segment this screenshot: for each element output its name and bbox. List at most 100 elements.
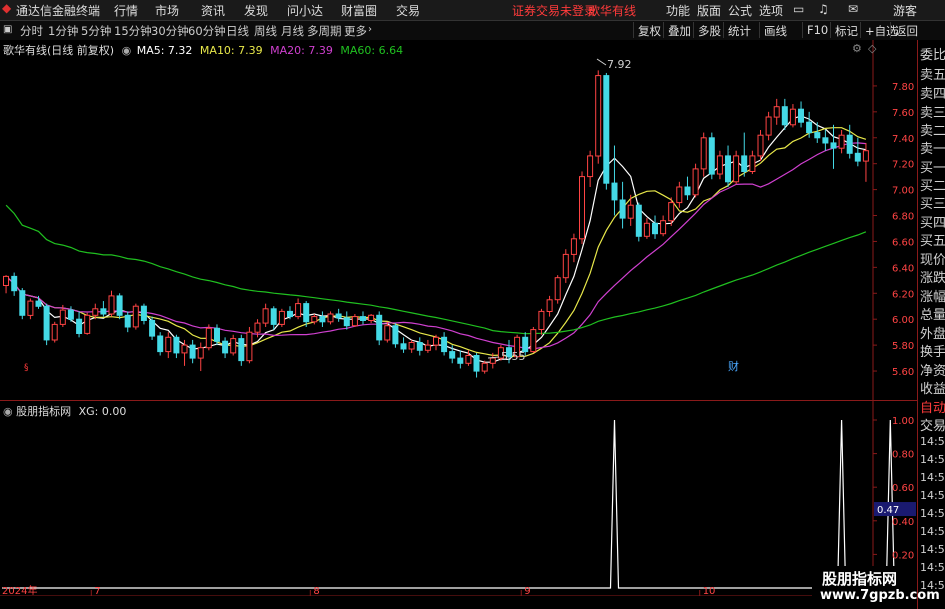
candle-up (562, 253, 569, 279)
bell-icon[interactable]: ♫ (818, 2, 829, 16)
tick-time: 14:56 (920, 525, 945, 538)
tab-period-1min[interactable]: 1分钟 (48, 23, 78, 39)
candle-down (416, 342, 423, 351)
candle-up (700, 137, 707, 170)
menu-faxian[interactable]: 发现 (244, 2, 268, 19)
tick-time: 14:56 (920, 435, 945, 448)
tongji-button[interactable]: 统计 (723, 22, 755, 38)
tab-period-fenshi[interactable]: 分时 (20, 23, 43, 39)
tab-period-multi[interactable]: 多周期 (307, 23, 342, 39)
indicator-chart[interactable]: 1.000.800.600.400.200.47 2024年7891011 (0, 400, 917, 596)
candle-down (67, 309, 74, 320)
tab-period-week[interactable]: 周线 (254, 23, 277, 39)
candle-up (165, 336, 172, 353)
menu-gongshi[interactable]: 公式 (728, 2, 752, 19)
price-tick-label: 6.00 (892, 315, 914, 326)
fuquan-button[interactable]: 复权 (633, 22, 665, 38)
panel-label-buy5: 买五 (920, 234, 945, 249)
window-icon[interactable]: ▭ (793, 2, 804, 16)
candle-down (846, 134, 853, 154)
candle-up (668, 202, 675, 222)
candle-up (733, 155, 740, 183)
candle-down (189, 344, 196, 359)
candle-down (11, 275, 18, 292)
menu-caifuquan[interactable]: 财富圈 (341, 2, 377, 19)
menu-jiaoyi[interactable]: 交易 (396, 2, 420, 19)
candle-up (254, 322, 261, 333)
indicator-tick-label: 1.00 (892, 416, 914, 427)
menu-wenxiaoda[interactable]: 问小达 (287, 2, 323, 19)
candle-up (3, 275, 9, 286)
chart-collapse-icon[interactable]: ◇ (868, 42, 876, 55)
event-marker-left: § (24, 363, 29, 373)
toggle-panel-icon[interactable]: ▣ (3, 24, 12, 35)
menu-gongneng[interactable]: 功能 (666, 2, 690, 19)
back-button[interactable]: 返回 (890, 22, 922, 38)
auto-trade-label[interactable]: 自动 (920, 397, 945, 416)
candle-down (149, 320, 156, 337)
candle-down (652, 222, 658, 235)
user-label[interactable]: 游客 (893, 2, 917, 19)
candle-down (124, 314, 131, 328)
menu-shichang[interactable]: 市场 (155, 2, 179, 19)
candle-down (287, 310, 293, 318)
chart-settings-icon[interactable]: ⚙ (852, 42, 862, 55)
candle-down (708, 137, 715, 175)
biaoji-button[interactable]: 标记 (830, 22, 862, 38)
menu-hangqing[interactable]: 行情 (114, 2, 138, 19)
panel-label-buy2: 买二 (920, 179, 945, 194)
price-tick-label: 7.60 (892, 108, 914, 119)
indicator-tick-label: 0.60 (892, 483, 914, 494)
candle-up (197, 347, 204, 359)
tab-period-month[interactable]: 月线 (281, 23, 304, 39)
candle-up (246, 331, 253, 362)
candle-up (538, 310, 545, 330)
price-tick-label: 6.60 (892, 237, 914, 248)
indicator-current-value: 0.47 (877, 505, 899, 516)
kline-chart[interactable]: 7.80 7.60 7.40 7.20 7.00 6.80 6.60 6.40 6.20 6.00… (0, 40, 917, 400)
price-tick-label: 5.80 (892, 341, 914, 352)
stock-period-title: 歌华有线(日线 前复权) (3, 44, 115, 57)
candle-up (27, 300, 34, 316)
tab-period-30min[interactable]: 30分钟 (151, 23, 189, 39)
tab-period-5min[interactable]: 5分钟 (81, 23, 111, 39)
indicator-toggle-icon[interactable]: ◉ (3, 405, 13, 418)
low-price-marker: 5.55 (501, 350, 526, 363)
diejia-button[interactable]: 叠加 (663, 22, 695, 38)
candle-down (343, 317, 350, 327)
duogu-button[interactable]: 多股 (693, 22, 725, 38)
app-title: 通达信金融终端 (16, 4, 101, 18)
candle-up (862, 150, 869, 162)
mail-icon[interactable]: ✉ (848, 2, 858, 16)
price-tick-label: 6.40 (892, 263, 914, 274)
candle-down (376, 314, 383, 341)
login-notice[interactable]: 证券交易未登录 (512, 2, 596, 19)
candle-down (335, 313, 342, 319)
legend-toggle-icon[interactable]: ◉ (122, 44, 132, 57)
candle-up (716, 155, 723, 175)
candle-up (351, 316, 358, 327)
candle-down (303, 303, 310, 323)
candle-up (789, 108, 796, 126)
panel-label-sell1: 卖一 (920, 142, 945, 157)
menu-banmian[interactable]: 版面 (697, 2, 721, 19)
tab-period-more[interactable]: 更多 (344, 23, 367, 39)
tab-period-15min[interactable]: 15分钟 (114, 23, 152, 39)
price-tick-label: 7.80 (892, 82, 914, 93)
candle-up (108, 295, 115, 315)
candle-down (441, 336, 448, 353)
f10-button[interactable]: F10 (802, 22, 832, 38)
tab-period-day[interactable]: 日线 (226, 23, 249, 39)
chevron-right-icon[interactable]: › (368, 24, 372, 35)
candle-down (814, 132, 821, 139)
candle-up (627, 204, 634, 219)
menu-xuanxiang[interactable]: 选项 (759, 2, 783, 19)
candle-up (84, 314, 91, 334)
candle-down (392, 325, 399, 345)
menu-zixun[interactable]: 资讯 (201, 2, 225, 19)
trade-label[interactable]: 交易 (920, 415, 945, 434)
huaxian-button[interactable]: 画线 (759, 22, 791, 38)
tab-period-60min[interactable]: 60分钟 (188, 23, 226, 39)
panel-label-outer: 外盘 (920, 327, 945, 342)
high-price-marker: 7.92 (607, 58, 632, 71)
